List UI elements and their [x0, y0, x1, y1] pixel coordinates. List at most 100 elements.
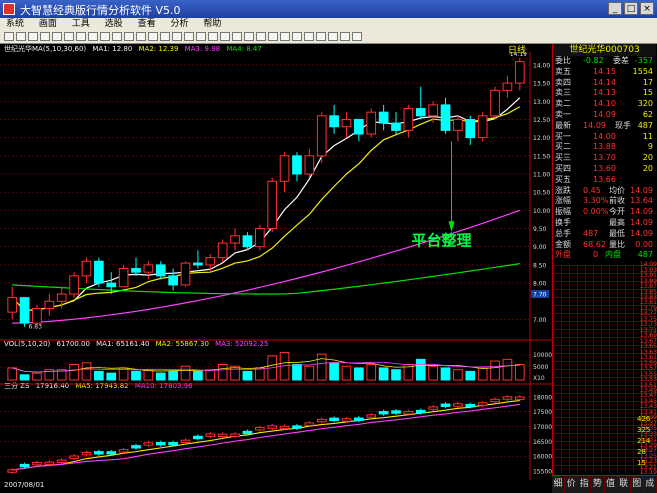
toolbar-button[interactable] [340, 32, 350, 41]
toolbar-button[interactable] [172, 32, 182, 41]
menu-analysis[interactable]: 分析 [164, 18, 194, 31]
view-tab[interactable]: 成 [644, 476, 657, 493]
toolbar-button[interactable] [328, 32, 338, 41]
outer-value: 0 [593, 250, 599, 260]
toolbar-button[interactable] [160, 32, 170, 41]
bid-row: 买二 13.88 9 [553, 142, 656, 152]
inner-value: 487 [637, 250, 653, 260]
index-candle-body [254, 427, 265, 431]
toolbar-button[interactable] [232, 32, 242, 41]
ma2-line [11, 106, 521, 311]
index-candle-body [106, 451, 117, 455]
toolbar-button[interactable] [268, 32, 278, 41]
candle-body [32, 308, 42, 324]
view-tab[interactable]: 势 [591, 476, 605, 493]
toolbar-button[interactable] [184, 32, 194, 41]
index-candle-body [131, 445, 141, 449]
index-candle-body [304, 422, 315, 426]
toolbar-button[interactable] [292, 32, 302, 41]
stat-label: 涨幅 [555, 196, 571, 206]
ask-price: 14.15 [593, 66, 616, 76]
index-candle-body [69, 455, 79, 459]
volume-bar [341, 365, 352, 381]
index-candle-body [502, 396, 513, 400]
annotation-text: 平台整理 [412, 232, 472, 250]
toolbar-button[interactable] [316, 32, 326, 41]
price-chart-area[interactable]: 14.00 13.50 13.00 12.50 12.00 11.50 11.00 10.50… [0, 52, 552, 492]
candle-body [279, 155, 290, 182]
toolbar-button[interactable] [28, 32, 38, 41]
toolbar-button[interactable] [256, 32, 266, 41]
toolbar-button[interactable] [64, 32, 74, 41]
window-title: 大智慧经典版行情分析软件 V5.0 [20, 4, 181, 17]
toolbar-button[interactable] [352, 32, 362, 41]
volume-bar [94, 370, 104, 381]
bid-label: 买一 [555, 131, 571, 141]
price-axis-tick: 14.00 [533, 62, 550, 69]
toolbar-button[interactable] [136, 32, 146, 41]
view-tab[interactable]: 价 [565, 476, 579, 493]
candle-body [366, 111, 377, 135]
toolbar-button[interactable] [76, 32, 86, 41]
index-candle-body [118, 449, 129, 453]
toolbar-button[interactable] [244, 32, 254, 41]
toolbar-button[interactable] [208, 32, 218, 41]
maximize-button[interactable]: □ [624, 2, 638, 15]
candle-body [465, 118, 476, 139]
toolbar-button[interactable] [100, 32, 110, 41]
bid-price: 14.00 [593, 131, 616, 141]
toolbar-button[interactable] [220, 32, 230, 41]
toolbar-button[interactable] [280, 32, 290, 41]
volume-bar [230, 365, 240, 381]
toolbar-button[interactable] [88, 32, 98, 41]
toolbar-button[interactable] [148, 32, 158, 41]
candle-body [81, 260, 92, 277]
stat-label: 均价 [609, 185, 625, 195]
toolbar-button[interactable] [304, 32, 314, 41]
view-tab[interactable]: 细 [552, 476, 566, 493]
volume-bar [502, 358, 513, 381]
toolbar-button[interactable] [124, 32, 134, 41]
menu-tools[interactable]: 工具 [66, 18, 96, 31]
volume-bar [131, 370, 141, 381]
stat-value: 0.00 [635, 239, 653, 249]
index-candle-body [329, 417, 339, 422]
bid-label: 买二 [555, 142, 571, 152]
minimize-button[interactable]: _ [608, 2, 622, 15]
stat-value: 14.09 [630, 185, 653, 195]
menu-look[interactable]: 查看 [132, 18, 162, 31]
stat-label: 换手 [555, 218, 571, 227]
ask-price: 14.14 [593, 77, 616, 87]
candle-body [514, 61, 525, 84]
tick-grid-volume: 214 [637, 436, 651, 445]
volume-bar [81, 362, 92, 381]
view-tab[interactable]: 图 [631, 476, 644, 493]
toolbar-button[interactable] [52, 32, 62, 41]
toolbar-button[interactable] [112, 32, 122, 41]
close-button[interactable]: × [640, 2, 654, 15]
lower-axis-tick: 15500 [533, 469, 552, 476]
stat-label: 振幅 [555, 207, 571, 217]
ask-row: 卖四 14.14 17 [553, 78, 656, 88]
menu-help[interactable]: 帮助 [197, 18, 227, 31]
index-candle-body [81, 451, 92, 456]
toolbar-button[interactable] [196, 32, 206, 41]
stat-value: 487 [583, 228, 599, 238]
price-axis-tick: 9.50 [533, 226, 547, 233]
ask-volume: 15 [642, 88, 653, 98]
toolbar-button[interactable] [16, 32, 26, 41]
view-tab[interactable]: 联 [618, 476, 631, 493]
price-axis-tick: 11.00 [533, 172, 550, 179]
bid-price: 13.66 [593, 174, 616, 184]
bid-row: 买一 14.00 11 [553, 132, 656, 142]
ask-volume: 320 [637, 99, 653, 109]
stat-row: 金额 68.62 量比 0.00 [553, 240, 656, 250]
menu-view[interactable]: 画面 [33, 18, 63, 31]
menu-system[interactable]: 系统 [0, 18, 30, 31]
toolbar-button[interactable] [4, 32, 14, 41]
view-tab[interactable]: 指 [578, 476, 592, 493]
toolbar-button[interactable] [40, 32, 50, 41]
ask-row: 卖一 14.09 62 [553, 110, 656, 120]
view-tab[interactable]: 值 [605, 476, 618, 493]
menu-stock-pick[interactable]: 选股 [99, 18, 129, 31]
